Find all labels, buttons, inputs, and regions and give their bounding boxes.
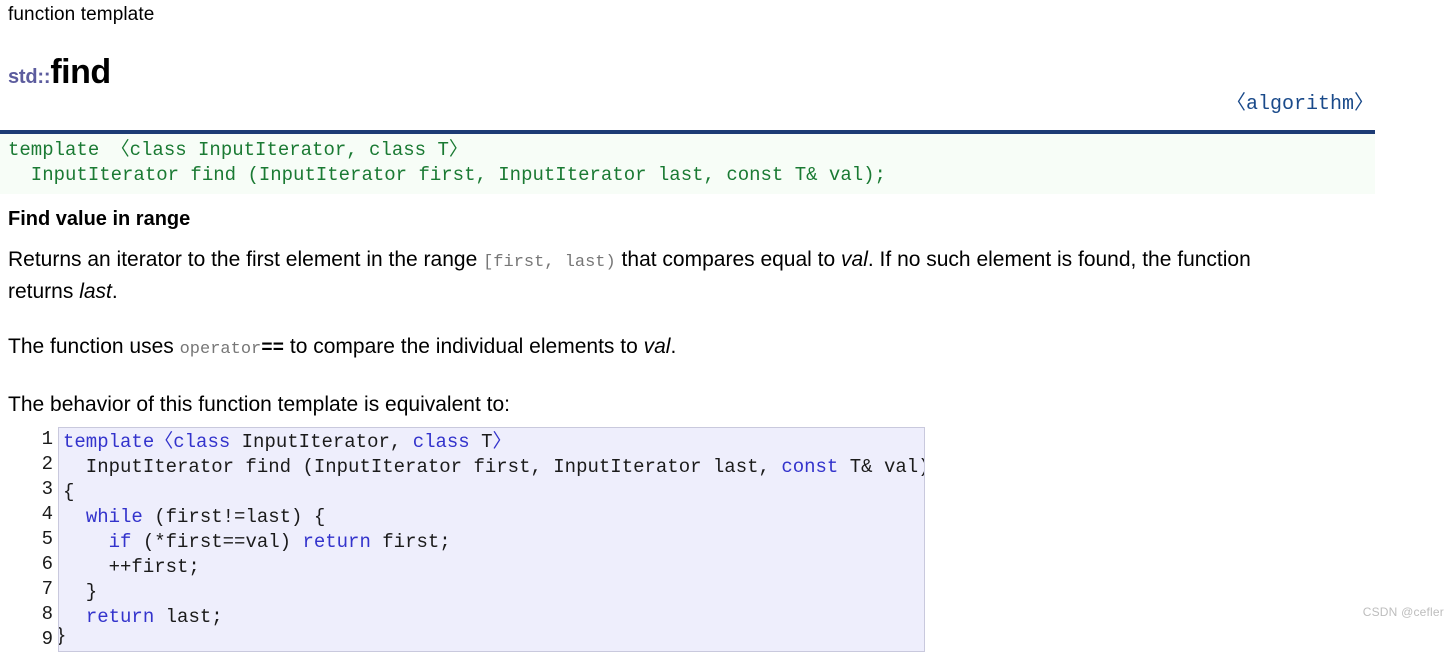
code-keyword: return (85, 605, 155, 628)
code-keyword: class (173, 430, 231, 453)
code-panel: template〈class InputIterator, class T〉 I… (58, 426, 925, 652)
op-text-c: . (670, 334, 677, 358)
code-keyword: 〈 (154, 430, 174, 453)
code-sample: 123456789 template〈class InputIterator, … (38, 426, 925, 652)
operator-equals-glyph: == (261, 336, 285, 359)
code-line: return last; (63, 605, 924, 630)
namespace-prefix: std:: (8, 65, 51, 88)
range-inline-code: [first, last) (483, 252, 616, 272)
code-line: if (*first==val) return first; (63, 530, 924, 555)
code-keyword: class (412, 430, 470, 453)
desc-text-b: that compares equal to (615, 247, 842, 271)
function-signature-block: template 〈class InputIterator, class T〉 … (0, 129, 1375, 194)
code-line: } (59, 624, 66, 649)
val-emphasis-2: val (643, 334, 671, 358)
op-text-b: to compare the individual elements to (284, 334, 644, 358)
code-text: InputIterator find (InputIterator first,… (63, 455, 782, 478)
val-emphasis-1: val (841, 247, 868, 271)
op-text-a: The function uses (8, 334, 180, 358)
code-line-number: 5 (41, 527, 53, 550)
title-row: std::find 〈algorithm〉 (8, 29, 1446, 120)
last-emphasis: last (79, 279, 112, 303)
equivalence-intro-paragraph: The behavior of this function template i… (8, 392, 510, 416)
code-line-number: 2 (41, 452, 53, 475)
code-keyword: return (302, 530, 371, 553)
code-text: (*first==val) (131, 530, 303, 553)
code-text: first; (370, 530, 451, 553)
desc-text-d: . (111, 279, 118, 303)
code-text: last; (154, 605, 223, 628)
desc-text-a: Returns an iterator to the first element… (8, 247, 484, 271)
include-header-label: 〈algorithm〉 (1225, 92, 1374, 116)
code-line-number: 7 (41, 577, 53, 600)
code-line: { (63, 480, 924, 505)
reference-page: function template std::find 〈algorithm〉 … (0, 0, 1454, 652)
code-line: InputIterator find (InputIterator first,… (63, 455, 924, 480)
entity-kind-label: function template (8, 4, 155, 25)
code-line-number: 8 (41, 602, 53, 625)
operator-inline-code: operator (179, 339, 262, 359)
code-text: { (63, 480, 75, 503)
code-line-number: 4 (41, 502, 53, 525)
code-line-numbers: 123456789 (38, 427, 58, 652)
code-text: } (63, 580, 98, 603)
code-text: T (469, 430, 493, 453)
code-text: InputIterator, (230, 430, 413, 453)
code-line: } (63, 580, 924, 605)
section-title: Find value in range (8, 207, 191, 230)
code-keyword: 〉 (492, 430, 512, 453)
watermark: CSDN @cefler (1362, 605, 1444, 619)
code-keyword: if (108, 530, 132, 553)
function-name: find (50, 52, 111, 91)
code-keyword: const (781, 455, 839, 478)
page-header: function template std::find 〈algorithm〉 (0, 0, 1454, 120)
code-line: ++first; (63, 555, 924, 580)
page-title: std::find (8, 52, 111, 97)
signature-line-1: template 〈class InputIterator, class T〉 (8, 138, 468, 161)
code-line-number: 1 (41, 427, 53, 450)
description-paragraph-2: The function uses operator== to compare … (8, 332, 1318, 364)
code-text: T& val) (838, 455, 925, 478)
code-keyword: while (85, 505, 143, 528)
code-line: while (first!=last) { (63, 505, 924, 530)
code-keyword: template (63, 430, 155, 453)
code-text: } (59, 625, 66, 647)
page-body: Find value in range Returns an iterator … (0, 206, 1454, 652)
code-line-number: 6 (41, 552, 53, 575)
code-line: template〈class InputIterator, class T〉 (63, 430, 924, 455)
code-text: ++first; (63, 555, 200, 578)
code-line-number: 9 (41, 627, 53, 650)
signature-line-2: InputIterator find (InputIterator first,… (8, 163, 886, 186)
code-text: (first!=last) { (142, 505, 326, 528)
description-paragraph-1: Returns an iterator to the first element… (8, 245, 1318, 306)
code-line-number: 3 (41, 477, 53, 500)
